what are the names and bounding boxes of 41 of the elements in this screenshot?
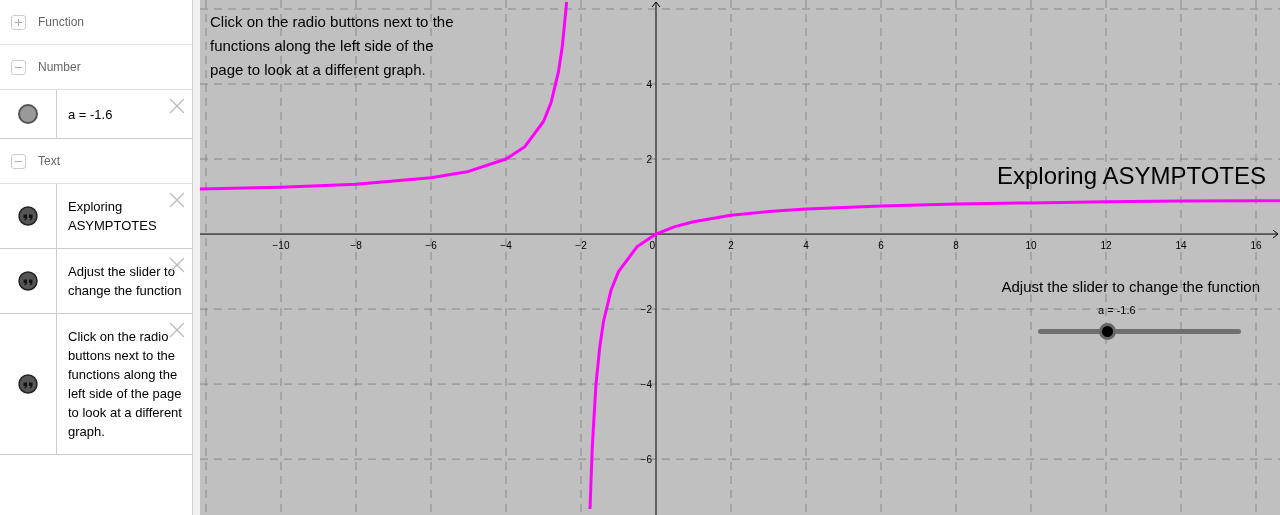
algebra-entry[interactable]: Adjust the slider to change the function — [68, 262, 188, 300]
algebra-entry[interactable]: Click on the radio buttons next to the functions along the left side of the page to look at a different graph. — [68, 327, 188, 441]
slider-hint-text: Adjust the slider to change the function — [1001, 277, 1260, 297]
quote-icon — [18, 374, 38, 394]
quote-icon — [18, 271, 38, 291]
section-label: Function — [38, 14, 85, 31]
delete-icon[interactable] — [169, 98, 185, 114]
tick-label: 2 — [646, 154, 652, 166]
expand-icon[interactable] — [11, 14, 26, 30]
tick-label: 16 — [1250, 240, 1262, 252]
tick-label: −2 — [575, 240, 587, 252]
tick-label: −6 — [425, 240, 437, 252]
tick-label: −2 — [640, 304, 652, 316]
tick-label: 6 — [878, 240, 884, 252]
tick-label: 8 — [953, 240, 959, 252]
delete-icon[interactable] — [169, 322, 185, 338]
section-label: Text — [38, 153, 60, 170]
point-icon[interactable] — [18, 104, 38, 124]
tick-label: 4 — [646, 79, 652, 90]
tick-label: −4 — [640, 379, 652, 391]
delete-icon[interactable] — [169, 192, 185, 208]
instructions-text: Click on the radio buttons next to the functions along the left side of the page to look at a different graph. — [210, 12, 455, 80]
slider-label: a = -1.6 — [1098, 303, 1136, 317]
tick-label: 12 — [1100, 240, 1112, 252]
slider-thumb[interactable] — [1099, 323, 1116, 340]
algebra-entry[interactable]: a = -1.6 — [68, 104, 113, 124]
tick-label: −10 — [272, 240, 290, 252]
collapse-icon[interactable] — [11, 153, 26, 169]
tick-label: 10 — [1025, 240, 1037, 252]
tick-label: 2 — [728, 240, 734, 252]
tick-label: 0 — [649, 240, 655, 252]
tick-label: 4 — [803, 240, 809, 252]
graph-title: Exploring ASYMPTOTES — [997, 161, 1266, 191]
tick-label: −8 — [350, 240, 362, 252]
section-label: Number — [38, 59, 81, 76]
tick-label: −6 — [640, 454, 652, 466]
collapse-icon[interactable] — [11, 59, 26, 75]
tick-label: −4 — [500, 240, 512, 252]
tick-label: 14 — [1175, 240, 1187, 252]
algebra-entry[interactable]: Exploring ASYMPTOTES — [68, 197, 188, 235]
quote-icon — [18, 206, 38, 226]
